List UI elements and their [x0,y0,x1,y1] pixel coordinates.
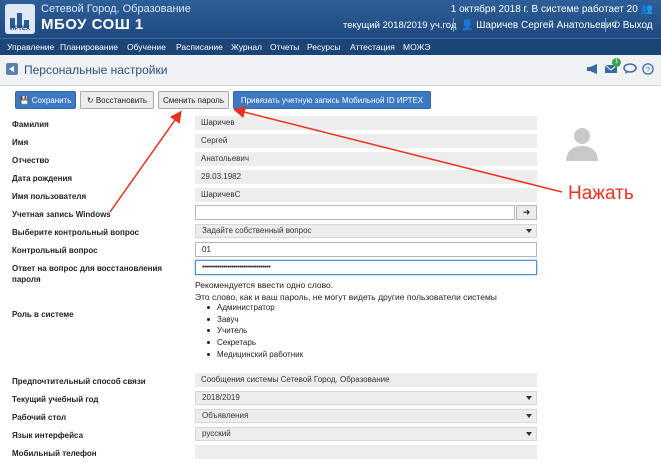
system-name: Сетевой Город. Образование [41,3,191,15]
menu-item-attestation[interactable]: Аттестация [350,42,395,52]
windows-account-input[interactable] [195,205,515,220]
menu-item-mozhe[interactable]: МОЖЭ [403,42,430,52]
name-value: Сергей [195,134,537,148]
chevron-down-icon [526,396,532,403]
patronymic-value: Анатольевич [195,152,537,166]
contact-label: Предпочтительный способ связи [12,377,146,386]
help-icon[interactable]: ? [641,63,655,75]
answer-label: Ответ на вопрос для восстановления [12,264,163,273]
page-header: Персональные настройки 1 ? [0,55,661,86]
name-label: Имя [12,138,29,147]
desktop-label: Рабочий стол [12,413,67,422]
save-button[interactable]: 💾 Сохранить [15,91,76,109]
patronymic-label: Отчество [12,156,50,165]
surname-value: Шаричев [195,116,537,130]
roles-list: Администратор Завуч Учитель Секретарь Ме… [207,303,303,361]
menu-item-planning[interactable]: Планирование [60,42,118,52]
menu-item-reports[interactable]: Отчеты [270,42,299,52]
list-item: Администратор [207,303,303,315]
page-title: Персональные настройки [24,63,168,77]
birthdate-value: 29.03.1982 [195,170,537,184]
menu-item-learning[interactable]: Обучение [127,42,166,52]
contact-value: Сообщения системы Сетевой Город. Образов… [195,373,537,387]
logo[interactable]: ИРТЕХ [5,4,35,34]
refresh-icon: ↻ [86,96,94,105]
login-icon-button[interactable]: ➜ [516,205,537,220]
list-item: Медицинский работник [207,350,303,362]
back-icon[interactable] [6,63,18,75]
chevron-down-icon [526,229,532,236]
answer-hint-2: Это слово, как и ваш пароль, не могут ви… [195,292,497,302]
question-select[interactable]: Задайте собственный вопрос [195,224,537,238]
mobile-label: Мобильный телефон [12,449,97,458]
question-label: Контрольный вопрос [12,246,98,255]
menu-item-resources[interactable]: Ресурсы [307,42,341,52]
list-item: Учитель [207,326,303,338]
question-select-label: Выберите контрольный вопрос [12,228,139,237]
menu-item-journal[interactable]: Журнал [231,42,262,52]
menu-item-management[interactable]: Управление [7,42,54,52]
chat-icon[interactable] [623,63,637,75]
restore-button[interactable]: ↻ Восстановить [80,91,154,109]
annotation-text: Нажать [568,183,634,204]
chevron-down-icon [526,414,532,421]
save-icon: 💾 [19,96,30,105]
question-input[interactable]: 01 [195,242,537,257]
main-menu: Управление Планирование Обучение Расписа… [0,38,661,55]
megaphone-icon[interactable] [586,63,600,75]
language-label: Язык интерфейса [12,431,84,440]
date-status: 1 октября 2018 г. В системе работает 20 … [450,4,653,15]
current-year[interactable]: текущий 2018/2019 уч.год [343,20,456,31]
change-password-button[interactable]: Сменить пароль [158,91,229,109]
list-item: Завуч [207,315,303,327]
app-header: ИРТЕХ Сетевой Город. Образование МБОУ СО… [0,0,661,38]
people-icon: 👥 [640,4,653,15]
user-icon: 👤 [461,20,474,31]
avatar[interactable] [563,125,601,161]
chevron-down-icon [526,432,532,439]
desktop-select[interactable]: Объявления [195,409,537,423]
windows-account-label: Учетная запись Windows [12,210,111,219]
answer-hint-1: Рекомендуется ввести одно слово. [195,280,334,290]
roles-label: Роль в системе [12,310,74,319]
school-name: МБОУ СОШ 1 [41,16,144,33]
exit-button[interactable]: ⏻ Выход [612,20,653,31]
bind-mobile-id-button[interactable]: Привязать учетную запись Мобильной ID ИР… [233,91,431,109]
username-value: ШаричевС [195,188,537,202]
logo-text: ИРТЕХ [10,26,30,32]
power-icon: ⏻ [612,20,620,31]
list-item: Секретарь [207,338,303,350]
surname-label: Фамилия [12,120,49,129]
svg-text:?: ? [646,65,650,74]
birthdate-label: Дата рождения [12,174,73,183]
username-label: Имя пользователя [12,192,87,201]
school-year-select[interactable]: 2018/2019 [195,391,537,405]
menu-item-schedule[interactable]: Расписание [176,42,223,52]
mobile-value [195,445,537,459]
school-year-label: Текущий учебный год [12,395,99,404]
language-select[interactable]: русский [195,427,537,441]
answer-input[interactable]: ••••••••••••••••••••••••••••••••••• [195,260,537,275]
mail-badge: 1 [612,58,621,67]
user-name[interactable]: 👤 Шаричев Сергей Анатольевич [461,20,617,31]
answer-label-line2: пароля [12,275,41,284]
